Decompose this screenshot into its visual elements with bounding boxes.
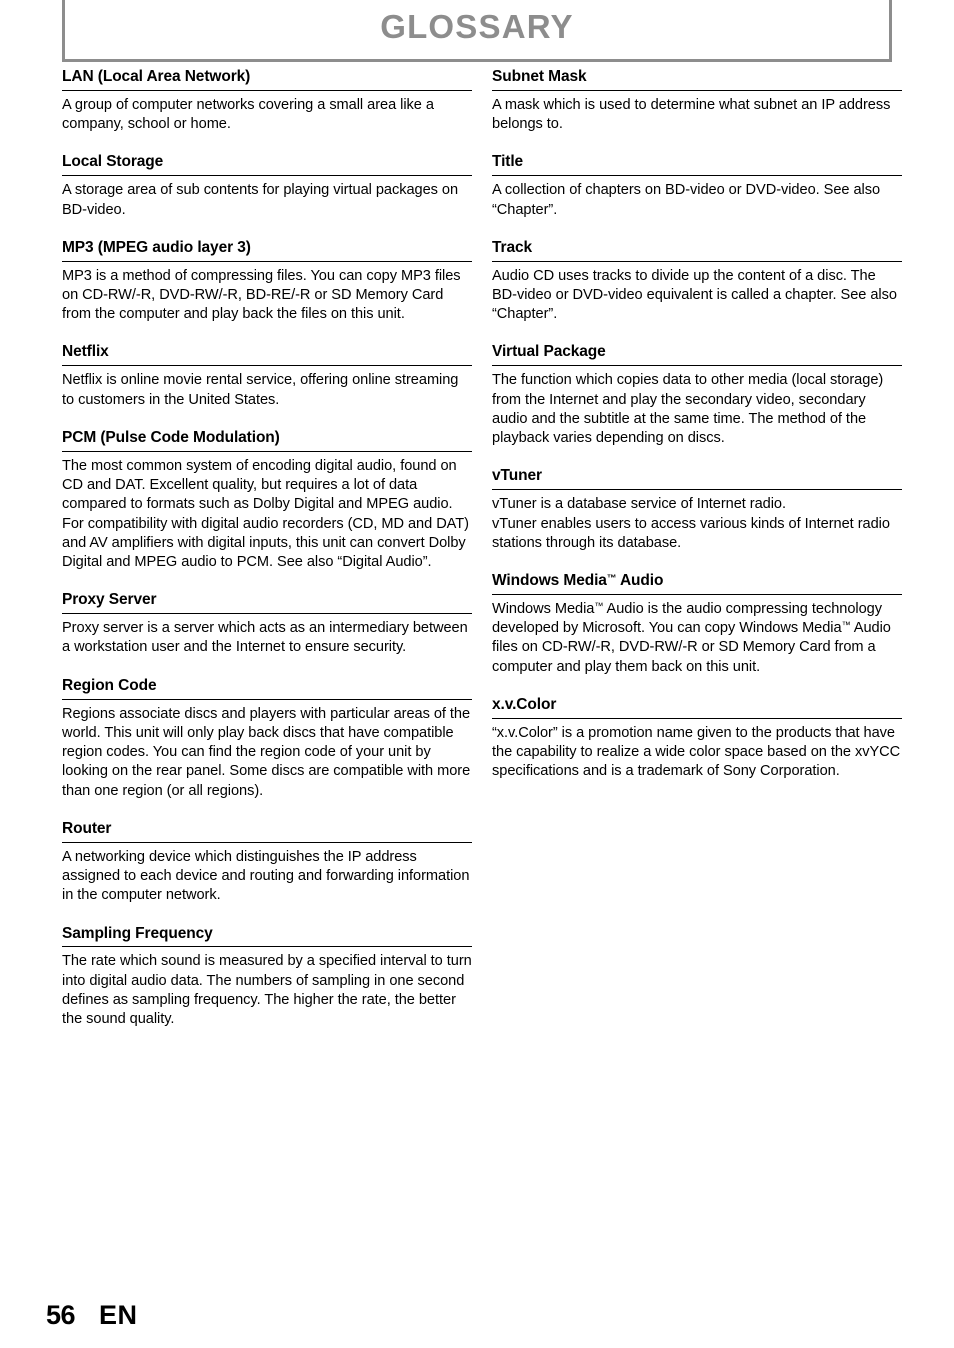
glossary-entry: Title A collection of chapters on BD-vide…: [492, 153, 902, 219]
glossary-term: x.v.Color: [492, 696, 902, 719]
glossary-page: GLOSSARY LAN (Local Area Network) A group…: [0, 0, 954, 1348]
footer-language-code: EN: [99, 1300, 138, 1330]
glossary-definition: “x.v.Color” is a promotion name given to…: [492, 724, 901, 780]
glossary-definition: Regions associate discs and players with…: [62, 705, 471, 799]
glossary-term: MP3 (MPEG audio layer 3): [62, 239, 472, 262]
glossary-entry: Subnet Mask A mask which is used to deter…: [492, 68, 902, 134]
page-header-box: GLOSSARY: [62, 0, 892, 62]
glossary-entry: Netflix Netflix is online movie rental se…: [62, 343, 472, 409]
glossary-term: Netflix: [62, 343, 472, 367]
glossary-entry: MP3 (MPEG audio layer 3) MP3 is a method …: [62, 239, 472, 325]
glossary-entry: PCM (Pulse Code Modulation) The most comm…: [62, 429, 472, 572]
glossary-term: Region Code: [62, 677, 472, 700]
glossary-term: Subnet Mask: [492, 68, 902, 91]
glossary-definition: A group of computer networks covering a …: [62, 96, 434, 133]
glossary-entry: Region Code Regions associate discs and p…: [62, 677, 472, 801]
glossary-term: Track: [492, 239, 902, 262]
glossary-term: Proxy Server: [62, 591, 472, 615]
page-footer: 56 EN: [46, 1300, 138, 1331]
glossary-definition: A networking device which distinguishes …: [62, 848, 470, 904]
glossary-column-left: LAN (Local Area Network) A group of compu…: [62, 68, 472, 1029]
glossary-term: Virtual Package: [492, 343, 902, 367]
glossary-definition: The rate which sound is measured by a sp…: [62, 953, 472, 1028]
glossary-definition: vTuner is a database service of Internet…: [492, 496, 890, 551]
glossary-term: PCM (Pulse Code Modulation): [62, 429, 472, 452]
glossary-entry: Windows Media™ Audio Windows Media™ Audio…: [492, 572, 902, 677]
glossary-term: Title: [492, 153, 902, 177]
glossary-entry: vTuner vTuner is a database service of In…: [492, 467, 902, 553]
glossary-term: LAN (Local Area Network): [62, 68, 472, 91]
glossary-entry: Sampling Frequency The rate which sound i…: [62, 925, 472, 1030]
glossary-definition: The most common system of encoding digit…: [62, 457, 469, 571]
glossary-columns: LAN (Local Area Network) A group of compu…: [0, 68, 954, 1029]
glossary-entry: Proxy Server Proxy server is a server whi…: [62, 591, 472, 657]
glossary-definition: A mask which is used to determine what s…: [492, 96, 891, 133]
glossary-definition: The function which copies data to other …: [492, 372, 884, 447]
glossary-definition: A collection of chapters on BD-video or …: [492, 182, 881, 218]
glossary-definition: MP3 is a method of compressing files. Yo…: [62, 267, 461, 323]
glossary-entry: Router A networking device which distingu…: [62, 820, 472, 906]
glossary-definition: Windows Media™ Audio is the audio compre…: [492, 600, 891, 675]
glossary-term: Sampling Frequency: [62, 925, 472, 948]
glossary-entry: Local Storage A storage area of sub conte…: [62, 153, 472, 219]
glossary-column-right: Subnet Mask A mask which is used to deter…: [492, 68, 902, 1029]
footer-page-number: 56: [46, 1300, 76, 1330]
glossary-term: Router: [62, 820, 472, 843]
glossary-entry: LAN (Local Area Network) A group of compu…: [62, 68, 472, 134]
glossary-entry: Virtual Package The function which copies…: [492, 343, 902, 448]
glossary-term: Local Storage: [62, 153, 472, 177]
page-title: GLOSSARY: [380, 8, 574, 45]
glossary-definition: A storage area of sub contents for playi…: [62, 182, 459, 218]
glossary-term: Windows Media™ Audio: [492, 572, 902, 595]
glossary-definition: Audio CD uses tracks to divide up the co…: [492, 267, 897, 323]
glossary-definition: Netflix is online movie rental service, …: [62, 372, 459, 408]
glossary-entry: Track Audio CD uses tracks to divide up t…: [492, 239, 902, 325]
glossary-entry: x.v.Color “x.v.Color” is a promotion name…: [492, 696, 902, 782]
glossary-definition: Proxy server is a server which acts as a…: [62, 620, 468, 656]
glossary-term: vTuner: [492, 467, 902, 491]
